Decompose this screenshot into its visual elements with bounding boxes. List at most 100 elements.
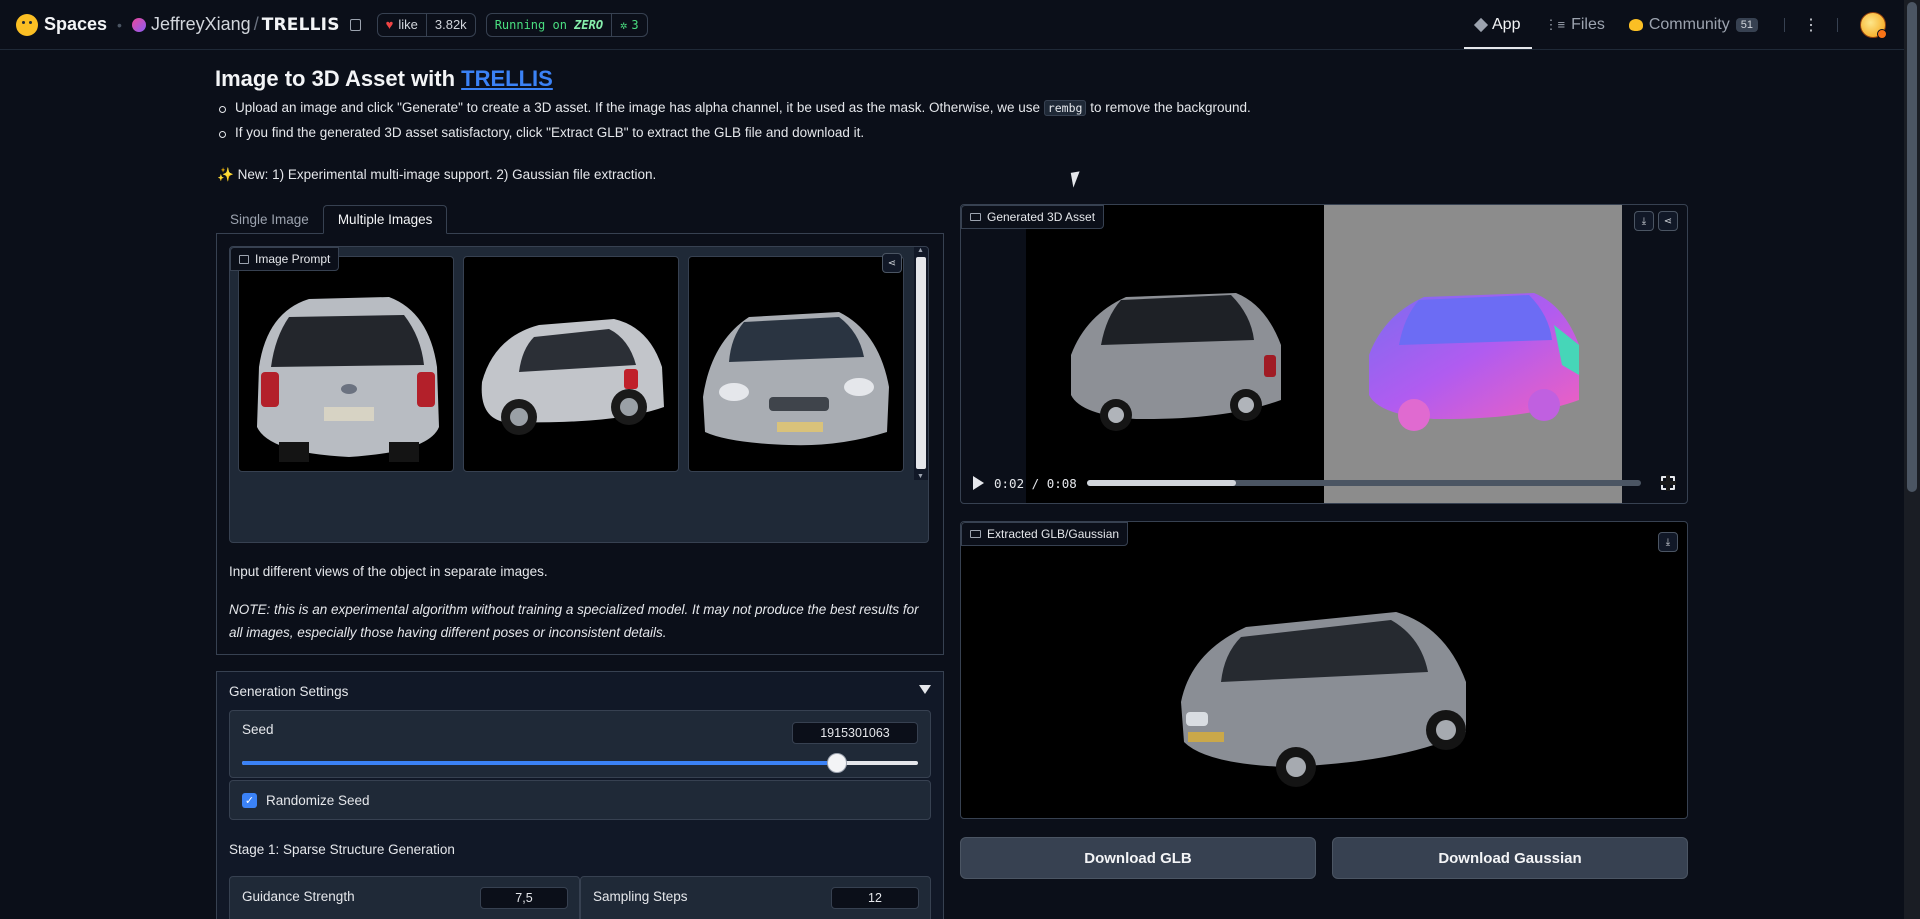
running-hardware: ZERO xyxy=(574,17,604,32)
download-glb-button[interactable]: Download GLB xyxy=(960,837,1316,879)
gallery-scrollbar[interactable]: ▲ ▼ xyxy=(914,247,928,480)
sampling-steps-block: Sampling Steps 12 xyxy=(580,876,931,919)
stage1-heading: Stage 1: Sparse Structure Generation xyxy=(229,842,455,857)
seed-slider-knob[interactable] xyxy=(826,753,847,773)
randomize-seed-checkbox[interactable]: ✓ xyxy=(242,793,257,808)
video-time: 0:02 / 0:08 xyxy=(994,475,1077,491)
video-normal-render xyxy=(1324,205,1622,503)
randomize-seed-label[interactable]: Randomize Seed xyxy=(266,793,370,808)
video-color-render xyxy=(1026,205,1324,503)
page-scrollbar[interactable] xyxy=(1904,0,1920,919)
generation-settings-title[interactable]: Generation Settings xyxy=(229,684,348,699)
hardware-badge[interactable]: Running on ZERO ✲ 3 xyxy=(485,12,648,37)
file-icon xyxy=(970,530,981,538)
guidance-strength-input[interactable]: 7,5 xyxy=(480,887,568,909)
image-icon xyxy=(239,254,249,264)
heart-icon: ♥ xyxy=(385,17,394,32)
like-count: 3.82k xyxy=(425,13,475,36)
video-label-text: Generated 3D Asset xyxy=(987,210,1096,224)
instruction-text: to remove the background. xyxy=(1090,100,1251,115)
collapse-caret-icon[interactable] xyxy=(919,685,931,694)
more-options-icon[interactable]: ⋮ xyxy=(1799,13,1823,37)
guidance-strength-block: Guidance Strength 7,5 xyxy=(229,876,580,919)
share-icon[interactable]: ⋖ xyxy=(882,253,902,273)
glb-label: Extracted GLB/Gaussian xyxy=(961,522,1129,546)
fullscreen-icon[interactable] xyxy=(1660,475,1676,491)
tab-app-label: App xyxy=(1492,15,1521,33)
download-icon[interactable]: ⤓ xyxy=(1658,532,1678,552)
gpu-count: 3 xyxy=(631,17,639,32)
trellis-link[interactable]: TRELLIS xyxy=(461,66,553,91)
spaces-logo-link[interactable]: Spaces xyxy=(16,13,108,36)
car-front-image xyxy=(703,312,889,446)
tab-community[interactable]: Community 51 xyxy=(1617,0,1770,49)
seed-input[interactable]: 1915301063 xyxy=(792,722,918,744)
car-normal-map-image xyxy=(1369,293,1579,431)
glb-model-image xyxy=(1181,612,1466,787)
like-label: like xyxy=(398,17,418,32)
tab-files[interactable]: ⋮≡ Files xyxy=(1532,0,1616,49)
video-icon xyxy=(970,213,981,221)
divider xyxy=(1784,17,1785,32)
scroll-down-icon[interactable]: ▼ xyxy=(917,473,924,480)
input-tabs: Single Image Multiple Images xyxy=(216,205,448,234)
car-side-image xyxy=(481,319,664,435)
spaces-label: Spaces xyxy=(44,14,108,34)
scroll-up-icon[interactable]: ▲ xyxy=(917,247,924,254)
extracted-glb-viewer[interactable]: Extracted GLB/Gaussian ⤓ xyxy=(960,521,1688,819)
sampling-steps-input[interactable]: 12 xyxy=(831,887,919,909)
gallery-image-front-view[interactable] xyxy=(688,256,904,472)
gallery-scrollbar-thumb[interactable] xyxy=(916,257,926,469)
glb-label-text: Extracted GLB/Gaussian xyxy=(987,527,1120,541)
tab-single-image[interactable]: Single Image xyxy=(216,205,323,234)
page-title: Image to 3D Asset with TRELLIS xyxy=(215,66,553,92)
gallery-image-rear-view[interactable] xyxy=(238,256,454,472)
generation-settings-accordion: Generation Settings Seed 1915301063 ✓ Ra… xyxy=(216,671,944,919)
sparkles-icon: ✨ xyxy=(217,167,234,182)
instruction-item: Upload an image and click "Generate" to … xyxy=(215,100,1251,116)
page: Spaces • JeffreyXiang / TRELLIS ♥ like 3.… xyxy=(0,0,1920,919)
community-count-badge: 51 xyxy=(1735,17,1758,32)
share-icon[interactable]: ⋖ xyxy=(1658,211,1678,231)
owner-link[interactable]: JeffreyXiang xyxy=(151,14,251,35)
instructions-list: Upload an image and click "Generate" to … xyxy=(215,100,1251,150)
new-features-text: New: 1) Experimental multi-image support… xyxy=(237,167,657,182)
sampling-steps-label: Sampling Steps xyxy=(593,889,688,904)
experimental-note-text: NOTE: this is an experimental algorithm … xyxy=(229,602,919,640)
page-scrollbar-thumb[interactable] xyxy=(1907,2,1917,492)
video-progress-bar[interactable] xyxy=(1086,480,1641,486)
running-prefix: Running on xyxy=(494,17,567,32)
rembg-code: rembg xyxy=(1043,100,1087,116)
play-icon[interactable] xyxy=(973,476,984,490)
repo-name-link[interactable]: TRELLIS xyxy=(262,15,340,35)
community-icon xyxy=(1628,18,1643,31)
path-slash: / xyxy=(253,14,259,34)
time-current: 0:02 xyxy=(994,475,1025,491)
files-icon: ⋮≡ xyxy=(1544,16,1566,32)
experimental-note: NOTE: this is an experimental algorithm … xyxy=(229,598,935,644)
image-prompt-gallery[interactable]: Image Prompt ⋖ ▲ ▼ xyxy=(229,246,929,543)
repo-path: JeffreyXiang / TRELLIS xyxy=(131,14,361,35)
like-button[interactable]: ♥ like 3.82k xyxy=(376,12,476,37)
gallery-label: Image Prompt xyxy=(230,247,340,271)
new-features-note: ✨ New: 1) Experimental multi-image suppo… xyxy=(217,167,656,183)
car-render-image xyxy=(1071,293,1281,431)
seed-slider[interactable] xyxy=(242,753,918,773)
generated-3d-asset-video[interactable]: Generated 3D Asset ⤓ ⋖ 0:02 / 0:08 xyxy=(960,204,1688,504)
gallery-image-side-view[interactable] xyxy=(463,256,679,472)
gallery-label-text: Image Prompt xyxy=(255,252,331,266)
download-icon[interactable]: ⤓ xyxy=(1634,211,1654,231)
seed-block: Seed 1915301063 xyxy=(229,710,931,778)
tab-app[interactable]: App xyxy=(1464,0,1533,49)
instruction-text: Upload an image and click "Generate" to … xyxy=(235,100,1041,115)
user-avatar[interactable] xyxy=(1860,11,1887,39)
video-controls: 0:02 / 0:08 xyxy=(961,464,1687,502)
copy-icon[interactable] xyxy=(349,18,361,31)
tab-multiple-images[interactable]: Multiple Images xyxy=(322,205,448,234)
guidance-strength-label: Guidance Strength xyxy=(242,889,355,904)
separator-dot: • xyxy=(117,16,122,33)
time-total: 0:08 xyxy=(1046,475,1077,491)
seed-label: Seed xyxy=(242,722,274,737)
hugging-face-icon xyxy=(16,13,38,36)
download-gaussian-button[interactable]: Download Gaussian xyxy=(1332,837,1688,879)
